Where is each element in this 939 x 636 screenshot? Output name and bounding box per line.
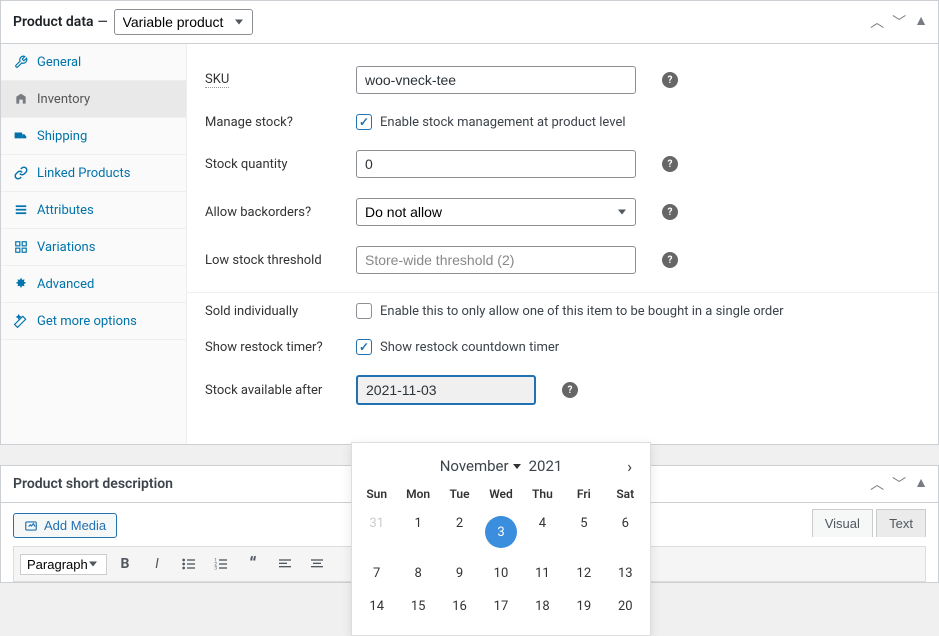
manage-stock-text: Enable stock management at product level (380, 115, 626, 130)
help-icon[interactable]: ? (662, 156, 678, 172)
datepicker-day[interactable]: 9 (439, 557, 480, 590)
sold-individually-label: Sold individually (205, 304, 298, 319)
datepicker-dow: Sat (605, 481, 646, 507)
datepicker-next-icon[interactable]: › (627, 457, 632, 476)
tab-variations[interactable]: Variations (1, 229, 186, 265)
panel-move-down-icon[interactable]: ﹀ (892, 12, 906, 32)
panel-collapse-icon[interactable]: ▲ (914, 474, 928, 494)
datepicker-dow: Mon (397, 481, 438, 507)
tab-more-options[interactable]: Get more options (1, 303, 186, 339)
bold-button[interactable]: B (111, 551, 139, 577)
product-type-select[interactable]: Variable product (114, 9, 253, 35)
datepicker-month-select[interactable]: November (440, 457, 521, 475)
datepicker-day[interactable]: 17 (480, 590, 521, 623)
low-stock-label: Low stock threshold (205, 253, 322, 268)
panel-collapse-icon[interactable]: ▲ (914, 12, 928, 32)
stock-qty-label: Stock quantity (205, 157, 288, 172)
help-icon[interactable]: ? (662, 204, 678, 220)
panel-header: Product data — Variable product ︿ ﹀ ▲ (1, 1, 938, 44)
gear-icon (13, 276, 29, 292)
datepicker-day[interactable]: 15 (397, 590, 438, 623)
restock-timer-text: Show restock countdown timer (380, 340, 559, 355)
available-after-label: Stock available after (205, 383, 322, 398)
datepicker-day[interactable]: 3 (480, 507, 521, 557)
datepicker-dow: Sun (356, 481, 397, 507)
product-tabs: General Inventory Shipping Linked Produc… (1, 44, 187, 444)
datepicker-day[interactable]: 16 (439, 590, 480, 623)
product-data-panel: Product data — Variable product ︿ ﹀ ▲ Ge… (0, 0, 939, 445)
low-stock-input[interactable] (356, 246, 636, 274)
datepicker-day[interactable]: 20 (605, 590, 646, 623)
restock-timer-checkbox[interactable] (356, 339, 372, 355)
datepicker-day[interactable]: 12 (563, 557, 604, 590)
tab-linked-products[interactable]: Linked Products (1, 155, 186, 191)
manage-stock-label: Manage stock? (205, 115, 293, 130)
datepicker-day-prev[interactable]: 31 (356, 507, 397, 557)
format-select[interactable]: Paragraph (20, 554, 107, 575)
datepicker-day[interactable]: 5 (563, 507, 604, 557)
datepicker-day[interactable]: 1 (397, 507, 438, 557)
link-icon (13, 165, 29, 181)
datepicker-dow: Thu (522, 481, 563, 507)
tab-attributes[interactable]: Attributes (1, 192, 186, 228)
datepicker-dow: Fri (563, 481, 604, 507)
datepicker-day[interactable]: 7 (356, 557, 397, 590)
tab-shipping[interactable]: Shipping (1, 118, 186, 154)
truck-icon (13, 128, 29, 144)
tab-general[interactable]: General (1, 44, 186, 80)
datepicker-day[interactable]: 14 (356, 590, 397, 623)
grid-icon (13, 239, 29, 255)
wrench-icon (13, 54, 29, 70)
datepicker-day[interactable]: 2 (439, 507, 480, 557)
svg-text:3: 3 (214, 565, 217, 571)
datepicker-day[interactable]: 11 (522, 557, 563, 590)
tab-advanced[interactable]: Advanced (1, 266, 186, 302)
panel-move-down-icon[interactable]: ﹀ (892, 474, 906, 494)
visual-tab-button[interactable]: Visual (812, 509, 873, 537)
align-left-button[interactable] (271, 551, 299, 577)
inventory-icon (13, 91, 29, 107)
datepicker-day[interactable]: 4 (522, 507, 563, 557)
datepicker-dow: Wed (480, 481, 521, 507)
help-icon[interactable]: ? (562, 382, 578, 398)
italic-button[interactable]: I (143, 551, 171, 577)
datepicker-dow: Tue (439, 481, 480, 507)
datepicker: November 2021 › SunMonTueWedThuFriSat311… (351, 442, 651, 636)
inventory-content: SKU ? Manage stock? Enable stock managem… (187, 44, 938, 444)
sold-individually-checkbox[interactable] (356, 303, 372, 319)
sku-input[interactable] (356, 66, 636, 94)
sold-individually-text: Enable this to only allow one of this it… (380, 304, 784, 319)
datepicker-day[interactable]: 13 (605, 557, 646, 590)
media-icon (24, 519, 38, 533)
datepicker-day[interactable]: 18 (522, 590, 563, 623)
help-icon[interactable]: ? (662, 72, 678, 88)
panel-title: Product data (13, 14, 94, 30)
datepicker-day[interactable]: 8 (397, 557, 438, 590)
wand-icon (13, 313, 29, 329)
available-after-input[interactable] (356, 375, 536, 405)
panel-move-up-icon[interactable]: ︿ (870, 12, 884, 32)
backorders-select[interactable]: Do not allow (356, 198, 636, 226)
tab-inventory[interactable]: Inventory (1, 81, 186, 117)
backorders-label: Allow backorders? (205, 205, 311, 220)
add-media-button[interactable]: Add Media (13, 513, 117, 538)
restock-timer-label: Show restock timer? (205, 340, 323, 355)
text-tab-button[interactable]: Text (876, 509, 926, 537)
manage-stock-checkbox[interactable] (356, 114, 372, 130)
number-list-button[interactable]: 123 (207, 551, 235, 577)
list-icon (13, 202, 29, 218)
datepicker-year[interactable]: 2021 (529, 457, 563, 475)
bullet-list-button[interactable] (175, 551, 203, 577)
align-center-button[interactable] (303, 551, 331, 577)
datepicker-day[interactable]: 6 (605, 507, 646, 557)
datepicker-day[interactable]: 10 (480, 557, 521, 590)
panel-move-up-icon[interactable]: ︿ (870, 474, 884, 494)
datepicker-day[interactable]: 19 (563, 590, 604, 623)
stock-qty-input[interactable] (356, 150, 636, 178)
help-icon[interactable]: ? (662, 252, 678, 268)
sku-label: SKU (205, 72, 229, 88)
quote-button[interactable]: “ (239, 551, 267, 577)
